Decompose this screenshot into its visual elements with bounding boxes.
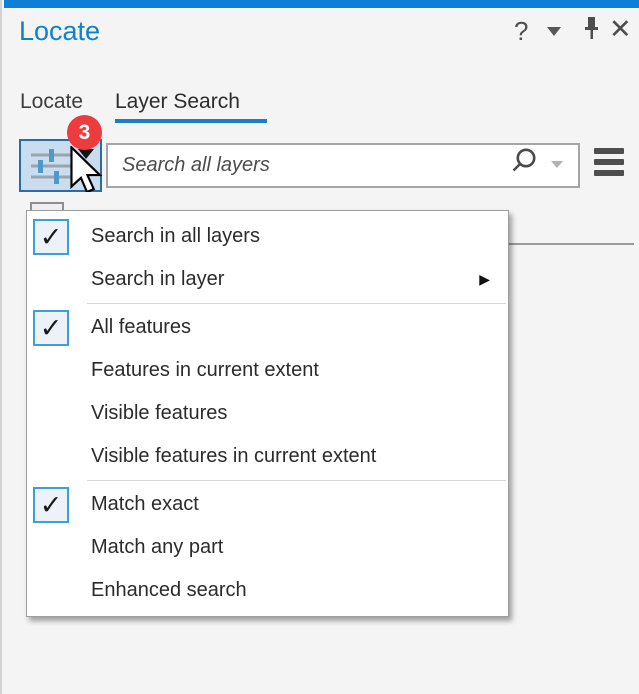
dropdown-menu: ✓ Search in all layers Search in layer ▶ ✓ Al…	[26, 210, 509, 617]
step-badge: 3	[67, 115, 102, 150]
active-tab-underline	[115, 119, 267, 123]
menu-separator	[87, 480, 506, 481]
menu-item-label: All features	[91, 316, 192, 338]
tab-layer-search[interactable]: Layer Search	[115, 90, 240, 114]
submenu-arrow-icon: ▶	[479, 271, 490, 287]
cursor-pointer	[70, 146, 102, 192]
menu-item-label: Visible features	[91, 402, 228, 424]
hamburger-bar	[594, 159, 624, 165]
close-icon[interactable]: ✕	[609, 14, 632, 45]
pane-title: Locate	[19, 16, 101, 46]
menu-item[interactable]: ✓ Search in all layers	[27, 215, 508, 258]
menu-item[interactable]: Visible features in current extent	[27, 435, 508, 478]
pane-menu-icon[interactable]	[594, 148, 624, 181]
locate-pane: Locate ? ✕ Locate Layer Search 3 Search …	[0, 0, 639, 694]
pane-accent-strip	[4, 0, 639, 8]
hamburger-bar	[594, 170, 624, 176]
menu-item-label: Match exact	[91, 493, 199, 515]
menu-item[interactable]: Enhanced search	[27, 569, 508, 612]
search-icon[interactable]	[510, 147, 540, 182]
checkmark-icon: ✓	[33, 218, 69, 255]
hamburger-bar	[594, 148, 624, 154]
menu-item-label: Visible features in current extent	[91, 445, 377, 467]
menu-item[interactable]: ✓ Match exact	[27, 483, 508, 526]
checkmark-icon: ✓	[33, 309, 69, 346]
menu-item-label: Search in layer	[91, 268, 225, 290]
menu-item-label: Enhanced search	[91, 579, 247, 601]
menu-item[interactable]: Features in current extent	[27, 349, 508, 392]
search-input[interactable]	[106, 143, 580, 188]
chevron-down-icon[interactable]	[547, 27, 561, 36]
tab-locate[interactable]: Locate	[20, 90, 83, 114]
help-icon[interactable]: ?	[514, 16, 528, 47]
pin-icon[interactable]	[582, 15, 602, 50]
checkmark-icon: ✓	[33, 486, 69, 523]
menu-separator	[87, 303, 506, 304]
menu-item[interactable]: Search in layer ▶	[27, 258, 508, 301]
menu-item-label: Features in current extent	[91, 359, 319, 381]
menu-item-label: Match any part	[91, 536, 224, 558]
menu-item[interactable]: Visible features	[27, 392, 508, 435]
menu-item[interactable]: Match any part	[27, 526, 508, 569]
menu-item-label: Search in all layers	[91, 225, 260, 247]
menu-item[interactable]: ✓ All features	[27, 306, 508, 349]
search-history-caret-icon[interactable]	[551, 161, 563, 168]
